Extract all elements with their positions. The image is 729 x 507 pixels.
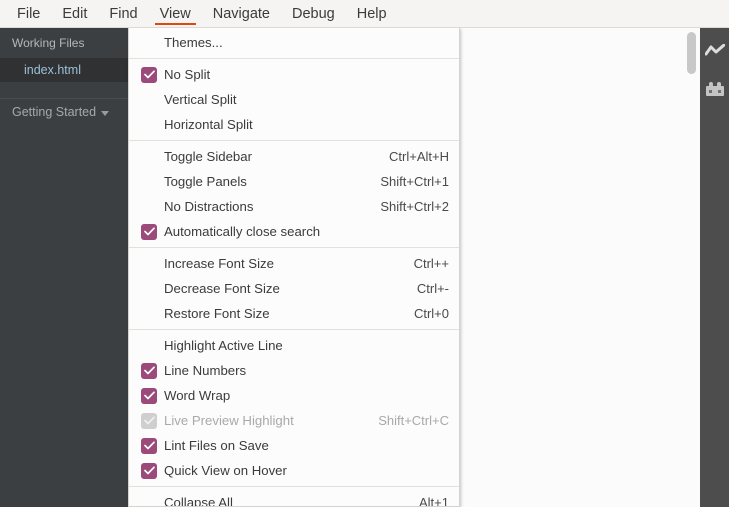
menubar-item-navigate[interactable]: Navigate [202, 0, 281, 27]
project-root-row[interactable]: Getting Started [0, 99, 130, 125]
menu-item-label: Automatically close search [164, 224, 320, 239]
menu-item-label: Decrease Font Size [164, 281, 280, 296]
brackets-editor-window: File Edit Find View Navigate Debug Help Workin… [0, 0, 729, 507]
project-root-label: Getting Started [12, 105, 96, 119]
checkmark-icon [141, 67, 157, 83]
menu-item-label: Restore Font Size [164, 306, 270, 321]
chevron-down-icon[interactable] [101, 111, 109, 116]
menu-item-label: Highlight Active Line [164, 338, 283, 353]
menubar-item-label: File [17, 6, 40, 22]
menu-item-line-numbers[interactable]: Line Numbers [129, 358, 459, 383]
checkmark-icon [141, 413, 157, 429]
menu-item-live-preview-highlight: Live Preview Highlight Shift+Ctrl+C [129, 408, 459, 433]
menubar-item-debug[interactable]: Debug [281, 0, 346, 27]
menu-item-themes[interactable]: Themes... [129, 30, 459, 55]
menu-item-toggle-panels[interactable]: Toggle Panels Shift+Ctrl+1 [129, 169, 459, 194]
menu-separator [129, 140, 459, 141]
menu-item-label: Toggle Sidebar [164, 149, 252, 164]
live-preview-icon[interactable] [704, 40, 726, 62]
menubar-item-edit[interactable]: Edit [51, 0, 98, 27]
extension-manager-icon[interactable] [704, 78, 726, 100]
menu-separator [129, 486, 459, 487]
menubar-item-label: Help [357, 6, 387, 22]
menu-item-decrease-font-size[interactable]: Decrease Font Size Ctrl+- [129, 276, 459, 301]
menu-item-shortcut: Ctrl++ [414, 256, 449, 271]
menu-separator [129, 58, 459, 59]
menu-item-no-split[interactable]: No Split [129, 62, 459, 87]
menu-item-label: No Split [164, 67, 210, 82]
menu-item-label: Line Numbers [164, 363, 246, 378]
menu-item-shortcut: Shift+Ctrl+1 [380, 174, 449, 189]
menu-item-label: Lint Files on Save [164, 438, 269, 453]
menubar-item-label: Find [109, 6, 137, 22]
menu-bar: File Edit Find View Navigate Debug Help [0, 0, 729, 28]
menu-item-horizontal-split[interactable]: Horizontal Split [129, 112, 459, 137]
menu-item-no-distractions[interactable]: No Distractions Shift+Ctrl+2 [129, 194, 459, 219]
menu-item-shortcut: Shift+Ctrl+C [378, 413, 449, 428]
menu-item-shortcut: Ctrl+Alt+H [389, 149, 449, 164]
working-files-title: Working Files [0, 28, 130, 58]
menu-item-shortcut: Alt+1 [419, 495, 449, 507]
menu-item-label: Toggle Panels [164, 174, 247, 189]
checkmark-icon [141, 363, 157, 379]
menu-item-automatically-close-search[interactable]: Automatically close search [129, 219, 459, 244]
sidebar: Working Files index.html Getting Started [0, 28, 130, 507]
menu-item-shortcut: Ctrl+0 [414, 306, 449, 321]
menubar-item-label: Navigate [213, 6, 270, 22]
menubar-item-help[interactable]: Help [346, 0, 398, 27]
menubar-item-view[interactable]: View [149, 0, 202, 27]
menubar-item-file[interactable]: File [6, 0, 51, 27]
menu-item-quick-view-on-hover[interactable]: Quick View on Hover [129, 458, 459, 483]
menu-item-collapse-all[interactable]: Collapse All Alt+1 [129, 490, 459, 507]
menu-item-shortcut: Shift+Ctrl+2 [380, 199, 449, 214]
menu-item-vertical-split[interactable]: Vertical Split [129, 87, 459, 112]
menubar-item-label: Debug [292, 6, 335, 22]
menu-item-increase-font-size[interactable]: Increase Font Size Ctrl++ [129, 251, 459, 276]
menu-separator [129, 247, 459, 248]
working-file-label: index.html [24, 63, 81, 77]
menu-item-label: Themes... [164, 35, 223, 50]
menu-item-label: Horizontal Split [164, 117, 253, 132]
menu-item-toggle-sidebar[interactable]: Toggle Sidebar Ctrl+Alt+H [129, 144, 459, 169]
menu-separator [129, 329, 459, 330]
scrollbar-thumb[interactable] [687, 32, 696, 74]
menubar-item-label: View [160, 6, 191, 22]
menubar-item-label: Edit [62, 6, 87, 22]
menu-item-label: Increase Font Size [164, 256, 274, 271]
editor-vertical-scrollbar[interactable] [687, 32, 696, 503]
view-menu-dropdown[interactable]: Themes... No Split Vertical Split Horizonta… [128, 28, 460, 507]
menu-item-shortcut: Ctrl+- [417, 281, 449, 296]
menu-item-label: Vertical Split [164, 92, 237, 107]
working-file-item[interactable]: index.html [0, 58, 130, 82]
menu-item-label: No Distractions [164, 199, 253, 214]
menu-item-label: Collapse All [164, 495, 233, 507]
menu-item-restore-font-size[interactable]: Restore Font Size Ctrl+0 [129, 301, 459, 326]
menu-item-lint-files-on-save[interactable]: Lint Files on Save [129, 433, 459, 458]
menu-item-label: Live Preview Highlight [164, 413, 294, 428]
menu-item-label: Quick View on Hover [164, 463, 287, 478]
menu-item-label: Word Wrap [164, 388, 230, 403]
checkmark-icon [141, 388, 157, 404]
checkmark-icon [141, 224, 157, 240]
right-toolbar [700, 28, 729, 507]
checkmark-icon [141, 438, 157, 454]
working-files-list: index.html [0, 58, 130, 82]
checkmark-icon [141, 463, 157, 479]
menu-item-highlight-active-line[interactable]: Highlight Active Line [129, 333, 459, 358]
menu-item-word-wrap[interactable]: Word Wrap [129, 383, 459, 408]
menubar-item-find[interactable]: Find [98, 0, 148, 27]
